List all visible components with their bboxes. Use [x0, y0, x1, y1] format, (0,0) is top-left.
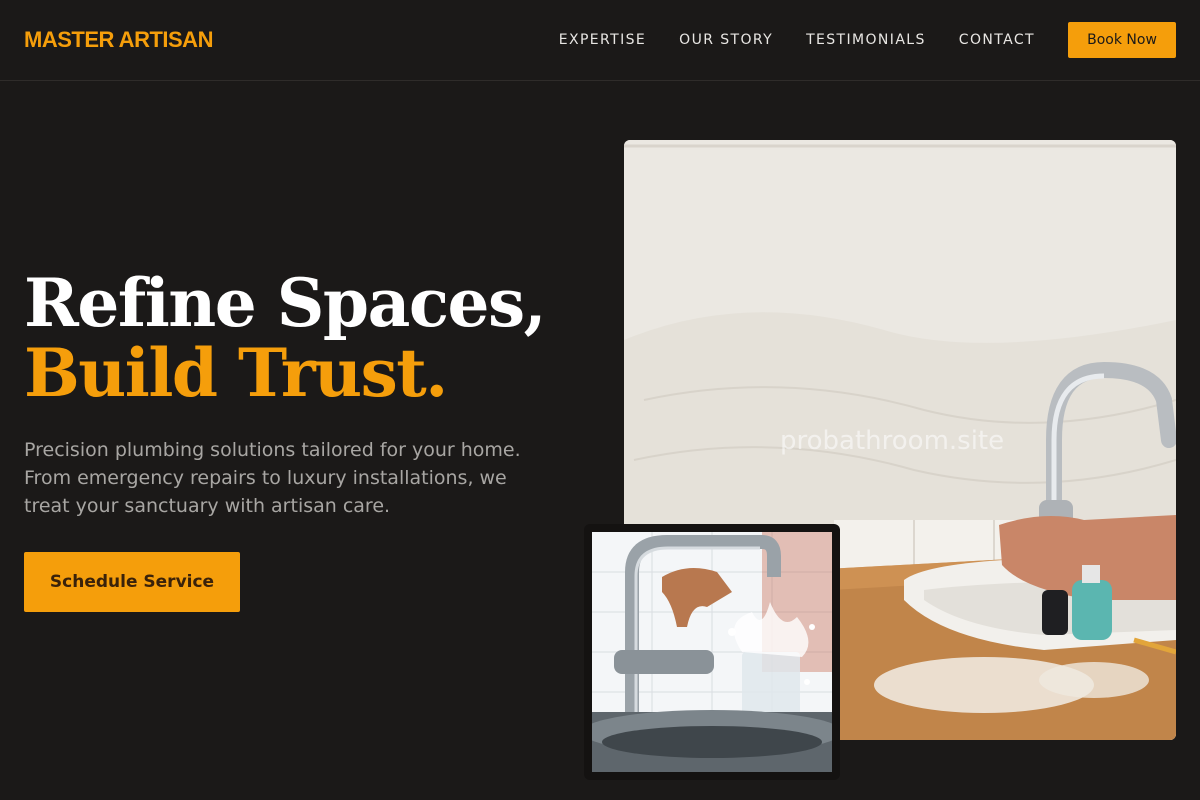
brand-logo[interactable]: MASTER ARTISAN [24, 27, 213, 53]
hero-title-line1: Refine Spaces, [24, 264, 547, 342]
secondary-hero-image [592, 532, 832, 772]
hero-title-line2: Build Trust. [24, 334, 448, 412]
nav-link-testimonials[interactable]: TESTIMONIALS [806, 32, 926, 48]
nav-link-expertise[interactable]: EXPERTISE [559, 32, 646, 48]
site-header: MASTER ARTISAN EXPERTISE OUR STORY TESTI… [0, 0, 1200, 81]
nav-link-our-story[interactable]: OUR STORY [679, 32, 773, 48]
landing-page: MASTER ARTISAN EXPERTISE OUR STORY TESTI… [0, 0, 1200, 800]
splash-faucet-illustration [592, 532, 832, 772]
schedule-service-button[interactable]: Schedule Service [24, 552, 240, 612]
hero-subtitle: Precision plumbing solutions tailored fo… [24, 439, 521, 517]
book-now-button[interactable]: Book Now [1068, 22, 1176, 58]
main-nav: EXPERTISE OUR STORY TESTIMONIALS CONTACT… [559, 22, 1176, 58]
hero-title: Refine Spaces, Build Trust. [24, 264, 547, 412]
nav-link-contact[interactable]: CONTACT [959, 32, 1035, 48]
image-watermark: probathroom.site [780, 426, 1005, 456]
